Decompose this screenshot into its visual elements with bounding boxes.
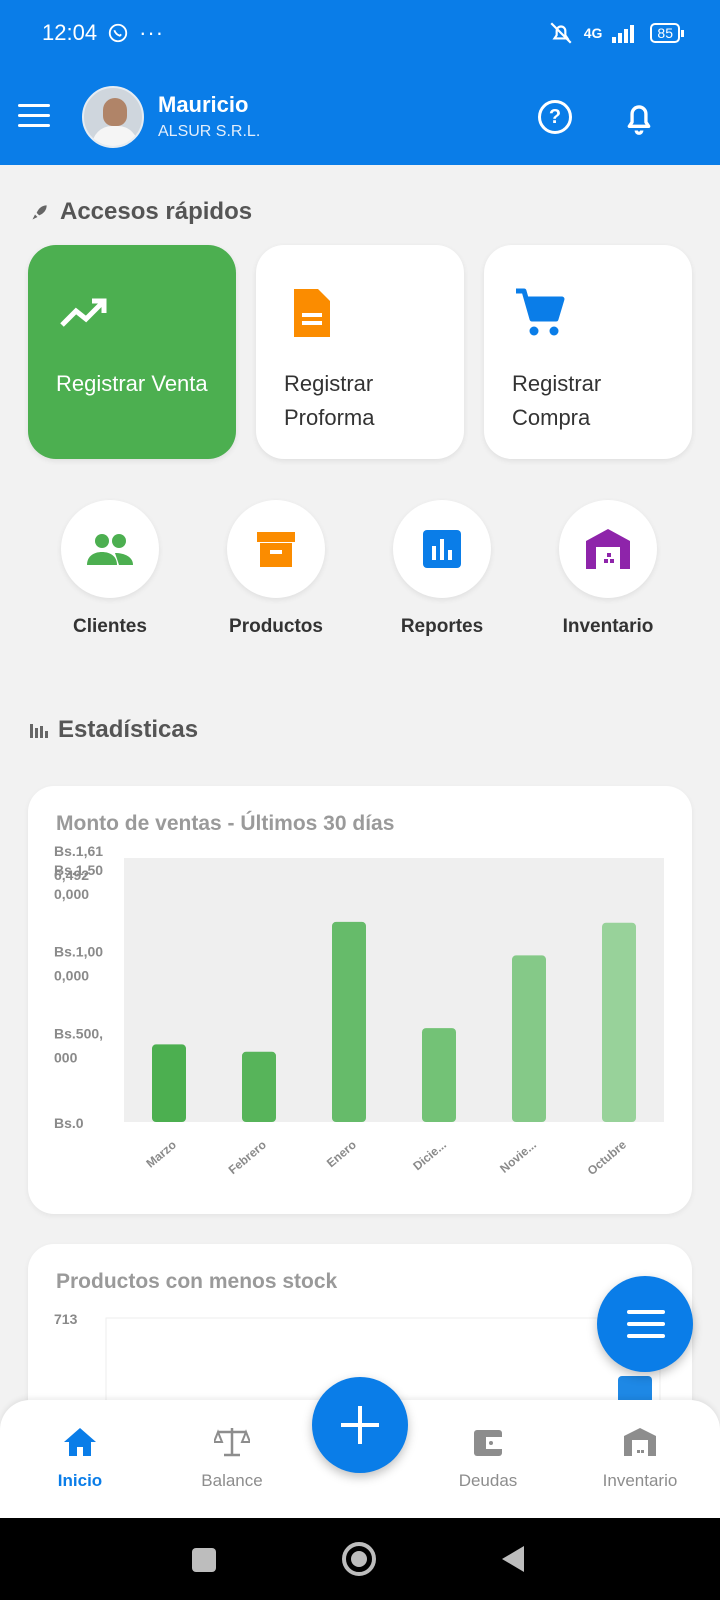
drawer-menu-button[interactable]: [18, 104, 50, 134]
shortcut-label: Productos: [229, 616, 323, 637]
people-icon: [87, 534, 133, 565]
quick-access-title: Accesos rápidos: [60, 198, 253, 225]
tile-label: Registrar Venta: [56, 371, 208, 396]
nav-label: Inicio: [57, 1471, 103, 1490]
nav-home[interactable]: Inicio: [10, 1426, 150, 1491]
network-type: 4G: [583, 25, 603, 41]
wallet-icon: [474, 1430, 502, 1456]
app-header: 12:04 ··· 4G 85 Mauricio ALSUR S.R.L. ?: [0, 0, 720, 165]
reports-shortcut[interactable]: Reportes: [372, 500, 512, 638]
status-indicators: 4G 85: [548, 20, 684, 46]
document-icon: [294, 289, 330, 337]
status-bar: 12:04 ···: [42, 20, 164, 46]
add-fab[interactable]: [312, 1377, 408, 1473]
products-button[interactable]: [227, 500, 325, 598]
battery-icon: 85: [650, 23, 684, 43]
company-name: ALSUR S.R.L.: [158, 123, 261, 140]
statistics-title: Estadísticas: [58, 716, 199, 743]
shortcut-label: Clientes: [73, 616, 147, 637]
nav-label: Deudas: [458, 1471, 518, 1490]
clients-shortcut[interactable]: Clientes: [40, 500, 180, 638]
menu-fab[interactable]: [597, 1276, 693, 1372]
back-button[interactable]: [500, 1544, 526, 1574]
sales-chart-card: Monto de ventas - Últimos 30 días Bs.1,6…: [28, 786, 692, 1214]
warehouse-icon: [586, 529, 630, 569]
shortcut-label: Reportes: [400, 616, 484, 637]
sales-bar: [332, 921, 366, 1122]
home-icon: [64, 1428, 96, 1456]
sales-bar: [152, 1044, 186, 1122]
sales-bar: [422, 1028, 456, 1122]
x-tick-label: Novie...: [497, 1138, 539, 1176]
archive-box-icon: [257, 532, 295, 567]
sales-bar: [512, 955, 546, 1122]
register-proforma-tile[interactable]: Registrar Proforma: [256, 245, 464, 459]
tile-label: Registrar Proforma: [284, 371, 375, 430]
help-icon[interactable]: ?: [538, 100, 572, 134]
system-navigation-bar: [0, 1518, 720, 1600]
nav-label: Inventario: [602, 1471, 678, 1490]
user-name: Mauricio: [158, 92, 249, 117]
sales-bar: [602, 922, 636, 1122]
home-button[interactable]: [342, 1542, 376, 1576]
scale-icon: [212, 1428, 252, 1457]
nav-label: Balance: [201, 1471, 263, 1490]
plot-area: [124, 858, 664, 1122]
avatar[interactable]: [82, 86, 144, 148]
inventory-button[interactable]: [559, 500, 657, 598]
stats-icon: [30, 724, 48, 738]
shopping-cart-icon: [516, 288, 565, 336]
y-tick-label: Bs.1,00 0,000: [54, 944, 103, 984]
register-purchase-tile[interactable]: Registrar Compra: [484, 245, 692, 459]
x-tick-label: Marzo: [143, 1138, 179, 1171]
sales-bar-chart: Bs.1,61 6,492Bs.1,50 0,000Bs.1,00 0,000Bs.5…: [54, 843, 664, 1178]
statistics-heading: Estadísticas: [30, 716, 198, 744]
register-sale-tile[interactable]: Registrar Venta: [28, 245, 236, 459]
products-shortcut[interactable]: Productos: [206, 500, 346, 638]
tile-label: Registrar Compra: [512, 371, 602, 430]
inventory-shortcut[interactable]: Inventario: [538, 500, 678, 638]
x-tick-label: Dicie...: [410, 1138, 449, 1174]
nav-debts[interactable]: Deudas: [418, 1426, 558, 1491]
rocket-icon: [32, 205, 47, 220]
whatsapp-icon: [108, 23, 128, 43]
shortcut-label: Inventario: [562, 616, 654, 637]
y-tick-label: Bs.500, 000: [54, 1025, 103, 1065]
nav-balance[interactable]: Balance: [162, 1426, 302, 1491]
warehouse-icon: [624, 1428, 656, 1456]
status-time: 12:04: [42, 20, 98, 45]
low-stock-y-tick: 713: [54, 1311, 78, 1327]
x-tick-label: Enero: [324, 1138, 359, 1171]
x-tick-label: Febrero: [226, 1138, 269, 1177]
y-tick-label: Bs.0: [54, 1115, 84, 1131]
reports-button[interactable]: [393, 500, 491, 598]
bar-chart-icon: [423, 530, 461, 568]
trending-up-icon: [60, 298, 107, 327]
bell-icon[interactable]: [622, 100, 656, 136]
recent-apps-button[interactable]: [192, 1548, 216, 1572]
more-notifications-icon: ···: [139, 20, 165, 45]
mute-alarm-icon: [550, 22, 572, 44]
quick-access-heading: Accesos rápidos: [30, 198, 252, 226]
nav-inventory[interactable]: Inventario: [570, 1426, 710, 1491]
sales-bar: [242, 1051, 276, 1122]
signal-icon: [612, 25, 635, 43]
clients-button[interactable]: [61, 500, 159, 598]
x-tick-label: Octubre: [585, 1137, 629, 1178]
